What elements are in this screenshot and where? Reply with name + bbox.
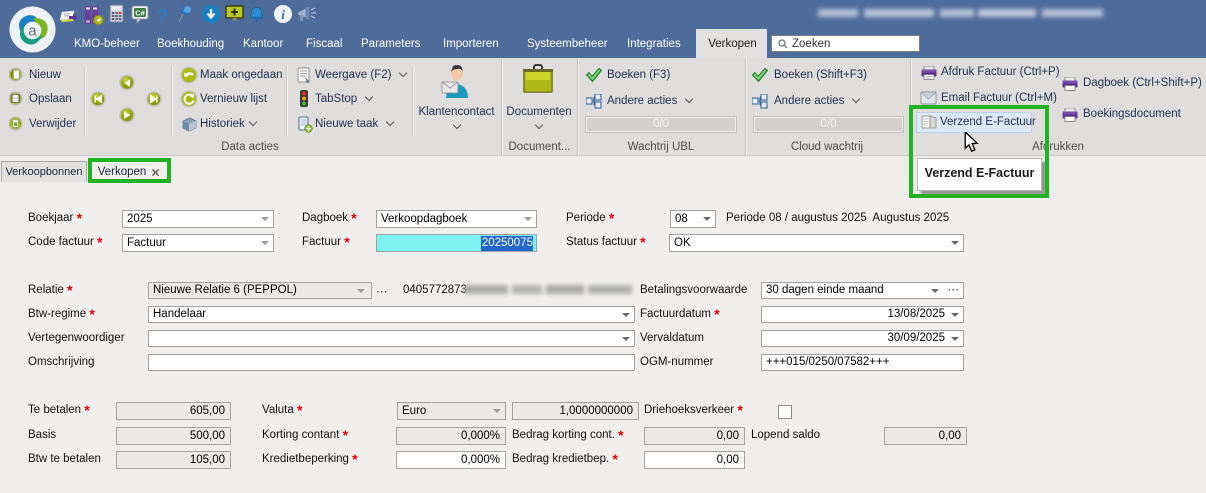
svg-text:C#: C#: [135, 9, 145, 18]
svg-text:a: a: [28, 23, 37, 39]
svg-text:i: i: [281, 7, 285, 22]
svg-text:?: ?: [157, 6, 168, 26]
